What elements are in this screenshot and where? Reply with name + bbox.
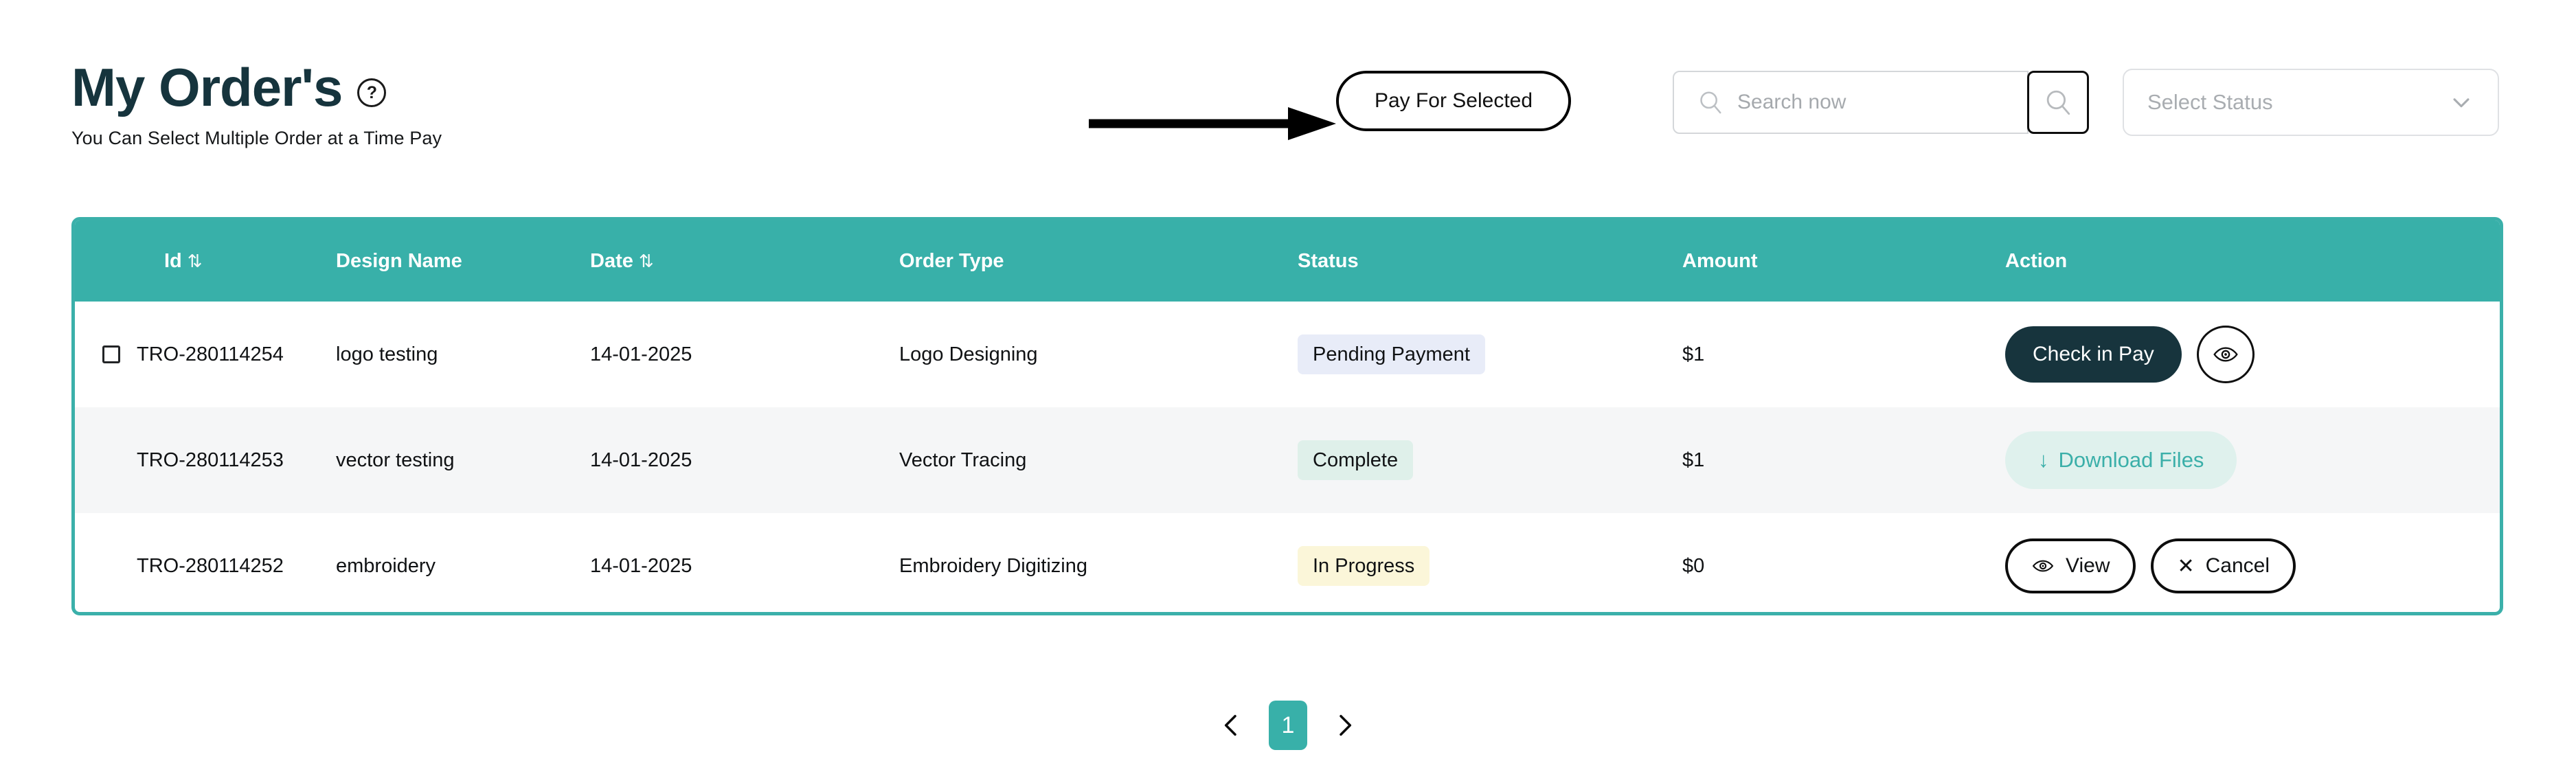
status-badge: In Progress — [1298, 546, 1430, 586]
table-row: TRO-280114254 logo testing 14-01-2025 Lo… — [75, 302, 2500, 407]
column-header-amount[interactable]: Amount — [1682, 220, 2005, 302]
cell-id: TRO-280114254 — [75, 302, 336, 407]
cancel-button[interactable]: ✕ Cancel — [2151, 538, 2296, 593]
cell-status: In Progress — [1298, 513, 1682, 612]
cell-action: View ✕ Cancel — [2005, 513, 2500, 612]
search-submit-button[interactable] — [2027, 71, 2089, 134]
row-checkbox-slot — [75, 345, 130, 363]
cell-id: TRO-280114253 — [75, 407, 336, 513]
column-header-action[interactable]: Action — [2005, 220, 2500, 302]
search-icon — [2046, 90, 2070, 115]
search-input[interactable]: Search now — [1673, 71, 2029, 134]
pagination-prev-button[interactable] — [1212, 706, 1251, 745]
search-placeholder-text: Search now — [1737, 91, 1846, 113]
question-mark-circle-icon[interactable]: ? — [357, 78, 387, 107]
cell-id: TRO-280114252 — [75, 513, 336, 612]
cell-design-name: logo testing — [336, 343, 438, 365]
cell-amount: $0 — [1682, 554, 1705, 577]
cell-design-name: vector testing — [336, 449, 455, 471]
pagination: 1 — [0, 701, 2576, 750]
column-header-order-type-label: Order Type — [899, 249, 1004, 272]
download-arrow-icon: ↓ — [2038, 448, 2049, 472]
page-subtitle: You Can Select Multiple Order at a Time … — [71, 128, 442, 148]
cell-status: Pending Payment — [1298, 302, 1682, 407]
order-id: TRO-280114252 — [137, 554, 284, 577]
search-icon — [1700, 91, 1721, 114]
column-header-date[interactable]: Date ⇅ — [590, 220, 899, 302]
check-in-pay-button[interactable]: Check in Pay — [2005, 326, 2182, 383]
table-body: TRO-280114254 logo testing 14-01-2025 Lo… — [75, 302, 2500, 612]
column-header-order-type[interactable]: Order Type — [899, 220, 1298, 302]
cell-date: 14-01-2025 — [590, 554, 692, 577]
chevron-right-icon — [1340, 714, 1352, 736]
table-row: TRO-280114252 embroidery 14-01-2025 Embr… — [75, 513, 2500, 612]
table-row: TRO-280114253 vector testing 14-01-2025 … — [75, 407, 2500, 513]
cancel-button-label: Cancel — [2205, 554, 2270, 577]
column-header-date-label: Date — [590, 249, 633, 272]
close-icon: ✕ — [2177, 554, 2195, 578]
cell-date: 14-01-2025 — [590, 343, 692, 365]
status-badge: Pending Payment — [1298, 334, 1485, 374]
eye-icon — [2213, 347, 2238, 362]
cell-order-type: Vector Tracing — [899, 449, 1027, 471]
page-title: My Order's — [71, 57, 343, 117]
download-files-label: Download Files — [2058, 448, 2204, 472]
column-header-status[interactable]: Status — [1298, 220, 1682, 302]
cell-order-type: Embroidery Digitizing — [899, 554, 1087, 577]
cell-amount: $1 — [1682, 449, 1705, 471]
row-checkbox[interactable] — [102, 345, 120, 363]
cell-design-name: embroidery — [336, 554, 436, 577]
column-header-status-label: Status — [1298, 249, 1359, 272]
order-id: TRO-280114254 — [137, 343, 284, 365]
pagination-next-button[interactable] — [1325, 706, 1364, 745]
orders-page: My Order's ? You Can Select Multiple Ord… — [0, 0, 2576, 783]
chevron-left-icon — [1224, 714, 1236, 736]
title-line: My Order's ? — [71, 60, 442, 114]
view-button[interactable]: View — [2005, 538, 2136, 593]
sort-icon[interactable]: ⇅ — [639, 251, 654, 272]
column-header-id-label: Id — [164, 249, 182, 272]
cell-order-type: Logo Designing — [899, 343, 1038, 365]
cell-status: Complete — [1298, 407, 1682, 513]
table-header: Id ⇅ Design Name Date ⇅ Order Type Statu… — [75, 220, 2500, 302]
cell-amount: $1 — [1682, 343, 1705, 365]
download-files-button[interactable]: ↓ Download Files — [2005, 431, 2237, 489]
column-header-design-name-label: Design Name — [336, 249, 462, 272]
order-id: TRO-280114253 — [137, 449, 284, 471]
pay-for-selected-label: Pay For Selected — [1374, 89, 1533, 112]
view-button-label: View — [2066, 554, 2110, 577]
eye-icon — [2032, 560, 2054, 572]
arrow-pointing-right-icon — [1089, 107, 1336, 140]
status-badge: Complete — [1298, 440, 1414, 480]
cell-action: ↓ Download Files — [2005, 407, 2500, 513]
cell-date: 14-01-2025 — [590, 449, 692, 471]
pagination-page-1-button[interactable]: 1 — [1269, 701, 1307, 750]
title-block: My Order's ? You Can Select Multiple Ord… — [71, 60, 442, 149]
orders-table-card: Id ⇅ Design Name Date ⇅ Order Type Statu… — [71, 217, 2503, 615]
select-status-dropdown[interactable]: Select Status — [2123, 69, 2499, 136]
select-status-label: Select Status — [2147, 90, 2273, 114]
pay-for-selected-button[interactable]: Pay For Selected — [1336, 71, 1571, 131]
page-header: My Order's ? You Can Select Multiple Ord… — [0, 0, 2576, 206]
column-header-amount-label: Amount — [1682, 249, 1758, 272]
view-order-icon-button[interactable] — [2196, 326, 2255, 383]
sort-icon[interactable]: ⇅ — [188, 251, 203, 272]
search-group: Search now — [1673, 71, 2089, 134]
column-header-design-name[interactable]: Design Name — [336, 220, 590, 302]
chevron-down-icon — [2453, 98, 2470, 108]
table-header-row: Id ⇅ Design Name Date ⇅ Order Type Statu… — [75, 220, 2500, 302]
column-header-id[interactable]: Id ⇅ — [75, 220, 336, 302]
column-header-action-label: Action — [2005, 249, 2068, 272]
orders-table: Id ⇅ Design Name Date ⇅ Order Type Statu… — [75, 220, 2500, 612]
cell-action: Check in Pay — [2005, 302, 2500, 407]
